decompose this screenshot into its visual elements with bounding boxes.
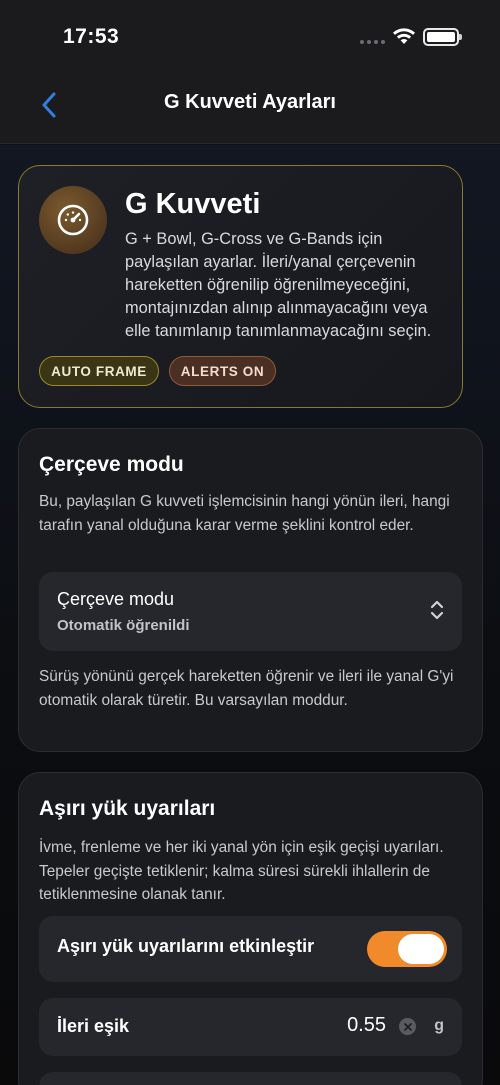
frame-mode-select-label: Çerçeve modu (57, 589, 175, 609)
wifi-icon (393, 28, 415, 44)
frame-mode-card: Çerçeve modu Bu, paylaşılan G kuvveti iş… (18, 428, 483, 752)
overload-alerts-title: Aşırı yük uyarıları (39, 797, 216, 820)
gauge-icon (57, 204, 89, 236)
status-bar: 17:53 (0, 0, 500, 74)
battery-icon (423, 28, 462, 46)
status-time: 17:53 (63, 25, 120, 48)
hero-description: G + Bowl, G-Cross ve G-Bands için paylaş… (125, 230, 432, 340)
gauge-icon-badge (39, 186, 107, 254)
overload-alerts-description: İvme, frenleme ve her iki yanal yön için… (39, 839, 444, 903)
hero-title: G Kuvveti (125, 188, 261, 220)
nav-bar: G Kuvveti Ayarları (0, 74, 500, 144)
signal-dots-icon (360, 40, 385, 44)
frame-mode-select[interactable]: Çerçeve modu Otomatik öğrenildi (39, 572, 462, 651)
alerts-on-chip: ALERTS ON (169, 356, 276, 386)
clear-icon[interactable] (399, 1018, 416, 1035)
threshold-unit: g (434, 1017, 444, 1034)
toggle-knob (398, 934, 444, 964)
next-settings-row[interactable] (39, 1072, 462, 1085)
enable-alerts-toggle[interactable] (367, 931, 447, 967)
frame-mode-footnote: Sürüş yönünü gerçek hareketten öğrenir v… (39, 668, 454, 709)
overload-alerts-card: Aşırı yük uyarıları İvme, frenleme ve he… (18, 772, 483, 1085)
forward-threshold-label: İleri eşik (57, 1016, 130, 1036)
auto-frame-chip: AUTO FRAME (39, 356, 159, 386)
forward-threshold-input[interactable] (306, 1014, 386, 1037)
enable-alerts-row: Aşırı yük uyarılarını etkinleştir (39, 916, 462, 982)
frame-mode-title: Çerçeve modu (39, 453, 184, 476)
x-mark-icon (403, 1022, 412, 1031)
page-title: G Kuvveti Ayarları (164, 91, 336, 113)
settings-content[interactable]: G Kuvveti G + Bowl, G-Cross ve G-Bands i… (0, 145, 500, 1085)
frame-mode-select-value: Otomatik öğrenildi (57, 617, 190, 634)
hero-card: G Kuvveti G + Bowl, G-Cross ve G-Bands i… (18, 165, 463, 408)
enable-alerts-label: Aşırı yük uyarılarını etkinleştir (57, 936, 315, 956)
chevron-up-down-icon (430, 600, 444, 620)
forward-threshold-row: İleri eşik g (39, 998, 462, 1056)
frame-mode-description: Bu, paylaşılan G kuvveti işlemcisinin ha… (39, 493, 450, 534)
